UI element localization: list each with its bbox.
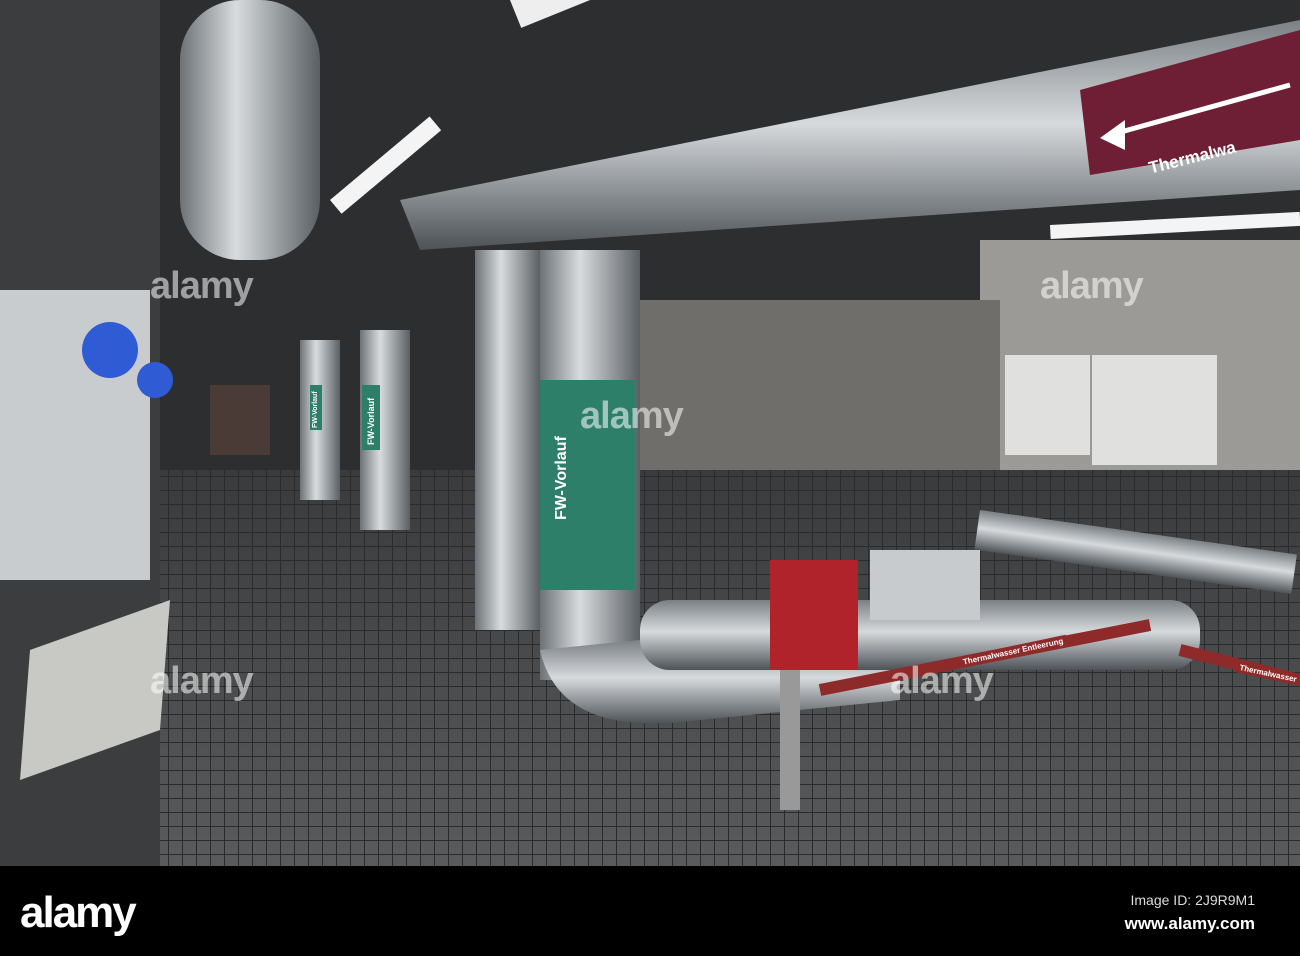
watermark: alamy [580,395,684,437]
fw-vorlauf-label: FW-Vorlauf [553,436,570,520]
image-id: Image ID: 2J9R9M1 [1130,892,1256,908]
control-cabinet-2 [1092,355,1217,465]
watermark: alamy [1040,265,1144,307]
alamy-logo: alamy [20,888,137,937]
stock-footer: alamy Image ID: 2J9R9M1 www.alamy.com [0,866,1300,956]
ceiling-duct-left [180,0,320,260]
corridor-door [210,385,270,455]
watermark: alamy [150,265,254,307]
fw-vorlauf-label-3: FW-Vorlauf [312,391,319,428]
stock-photo: FW-Vorlauf FW-Vorlauf FW-Vorlauf Thermal… [0,0,1300,956]
blue-valve-cap [82,322,138,378]
fw-vorlauf-label-2: FW-Vorlauf [366,397,376,445]
watermark: alamy [150,660,254,702]
control-cabinet-1 [1005,355,1090,455]
red-fire-box [770,560,858,670]
site-url: www.alamy.com [1124,914,1255,933]
valve-housing [870,550,980,620]
watermark: alamy [890,660,994,702]
